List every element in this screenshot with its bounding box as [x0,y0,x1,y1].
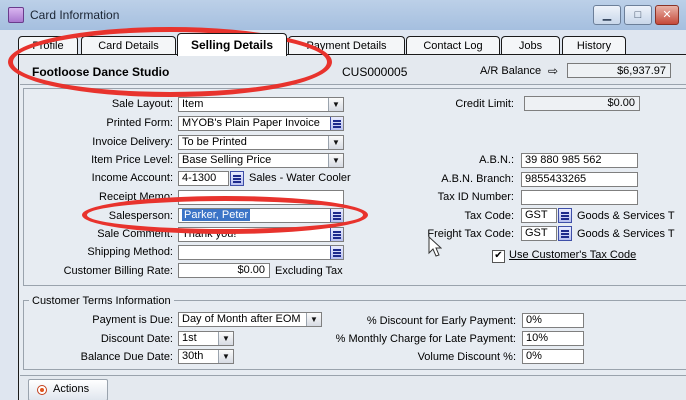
chevron-down-icon[interactable]: ▼ [218,332,233,345]
salesperson-label: Salesperson: [108,210,173,222]
discount-date-select[interactable]: 1st ▼ [178,331,234,346]
invoice-delivery-value: To be Printed [182,136,247,148]
abn-field[interactable]: 39 880 985 562 [521,153,638,168]
tax-code-label: Tax Code: [464,210,514,222]
freight-tax-code-list-icon[interactable] [558,226,572,241]
app-icon [8,7,24,23]
ar-balance-value: $6,937.97 [567,63,671,78]
chevron-down-icon[interactable]: ▼ [328,154,343,167]
billing-rate-field[interactable]: $0.00 [178,263,270,278]
early-discount-label: % Discount for Early Payment: [366,315,516,327]
use-customer-tax-label[interactable]: Use Customer's Tax Code [509,249,636,261]
billing-rate-suffix: Excluding Tax [275,265,343,277]
tab-payment-details[interactable]: Payment Details [288,36,405,56]
item-price-level-label: Item Price Level: [91,154,173,166]
shipping-method-field[interactable] [178,245,344,260]
actions-button[interactable]: Actions [28,379,108,400]
receipt-memo-field[interactable] [178,190,344,205]
billing-rate-label: Customer Billing Rate: [63,265,173,277]
freight-tax-code-description: Goods & Services T [577,228,675,240]
sale-layout-label: Sale Layout: [111,98,173,110]
tab-jobs[interactable]: Jobs [501,36,560,56]
income-account-value: 4-1300 [182,172,217,184]
tax-id-label: Tax ID Number: [437,191,514,203]
salesperson-list-icon[interactable] [330,209,343,222]
balance-due-date-select[interactable]: 30th ▼ [178,349,234,364]
payment-due-label: Payment is Due: [92,314,173,326]
window-title: Card Information [30,8,120,22]
early-discount-field[interactable]: 0% [522,313,584,328]
income-account-field[interactable]: 4-1300 [178,171,229,186]
abn-branch-field[interactable]: 9855433265 [521,172,638,187]
late-charge-label: % Monthly Charge for Late Payment: [335,333,516,345]
tab-selling-details[interactable]: Selling Details [177,33,287,56]
ar-balance-label: A/R Balance [480,65,542,77]
discount-date-value: 1st [182,332,197,344]
freight-tax-code-field[interactable]: GST [521,226,557,241]
sale-layout-select[interactable]: Item ▼ [178,97,344,112]
card-header: Footloose Dance Studio CUS000005 A/R Bal… [20,56,686,85]
salesperson-value: Parker, Peter [182,209,251,221]
tab-history[interactable]: History [562,36,626,56]
selling-details-panel: Footloose Dance Studio CUS000005 A/R Bal… [18,54,686,400]
mouse-cursor-icon [428,236,442,257]
printed-form-field[interactable]: MYOB's Plain Paper Invoice [178,116,344,131]
card-information-window: Card Information ▁ □ ✕ Profile Card Deta… [0,0,686,400]
income-account-list-icon[interactable] [230,171,244,186]
chevron-down-icon[interactable]: ▼ [218,350,233,363]
sale-comment-value: Thank you! [182,228,237,240]
sale-layout-value: Item [182,98,204,110]
receipt-memo-label: Receipt Memo: [99,191,173,203]
printed-form-value: MYOB's Plain Paper Invoice [182,117,320,129]
minimize-button[interactable]: ▁ [593,5,621,25]
invoice-delivery-select[interactable]: To be Printed ▼ [178,135,344,150]
income-account-description: Sales - Water Cooler [249,172,351,184]
tab-profile[interactable]: Profile [18,36,78,56]
list-lookup-icon[interactable] [330,117,343,130]
chevron-down-icon[interactable]: ▼ [328,98,343,111]
balance-due-date-value: 30th [182,350,204,362]
volume-discount-field[interactable]: 0% [522,349,584,364]
actions-label: Actions [53,383,90,395]
chevron-down-icon[interactable]: ▼ [328,136,343,149]
item-price-level-value: Base Selling Price [182,154,272,166]
title-bar: Card Information ▁ □ ✕ [0,0,686,30]
close-button[interactable]: ✕ [655,5,679,25]
tab-card-details[interactable]: Card Details [81,36,176,56]
payment-due-value: Day of Month after EOM [182,313,301,325]
tax-code-list-icon[interactable] [558,208,572,223]
invoice-delivery-label: Invoice Delivery: [92,136,173,148]
sale-comment-field[interactable]: Thank you! [178,227,344,242]
credit-limit-label: Credit Limit: [455,98,514,110]
freight-tax-code-label: Freight Tax Code: [427,228,514,240]
customer-terms-title: Customer Terms Information [29,295,174,307]
maximize-button[interactable]: □ [624,5,652,25]
salesperson-field[interactable]: Parker, Peter [178,208,344,223]
abn-branch-label: A.B.N. Branch: [441,173,514,185]
sale-comment-label: Sale Comment: [97,228,173,240]
use-customer-tax-checkbox[interactable]: ✔ [492,250,505,263]
credit-limit-field[interactable]: $0.00 [524,96,640,111]
tax-id-field[interactable] [521,190,638,205]
balance-due-date-label: Balance Due Date: [80,351,173,363]
printed-form-label: Printed Form: [106,117,173,129]
abn-label: A.B.N.: [479,154,514,166]
sale-comment-list-icon[interactable] [330,228,343,241]
late-charge-field[interactable]: 10% [522,331,584,346]
item-price-level-select[interactable]: Base Selling Price ▼ [178,153,344,168]
income-account-label: Income Account: [91,172,173,184]
tab-contact-log[interactable]: Contact Log [406,36,500,56]
shipping-method-list-icon[interactable] [330,246,343,259]
actions-bar: Actions [20,375,686,400]
card-id: CUS000005 [342,65,408,79]
volume-discount-label: Volume Discount %: [417,351,516,363]
shipping-method-label: Shipping Method: [87,246,173,258]
tab-strip: Profile Card Details Selling Details Pay… [18,33,686,56]
discount-date-label: Discount Date: [100,333,173,345]
actions-icon [37,385,47,395]
tax-code-description: Goods & Services T [577,210,675,222]
card-name: Footloose Dance Studio [32,65,170,79]
tax-code-field[interactable]: GST [521,208,557,223]
ar-balance-zoom-arrow-icon[interactable]: ⇨ [548,64,558,78]
